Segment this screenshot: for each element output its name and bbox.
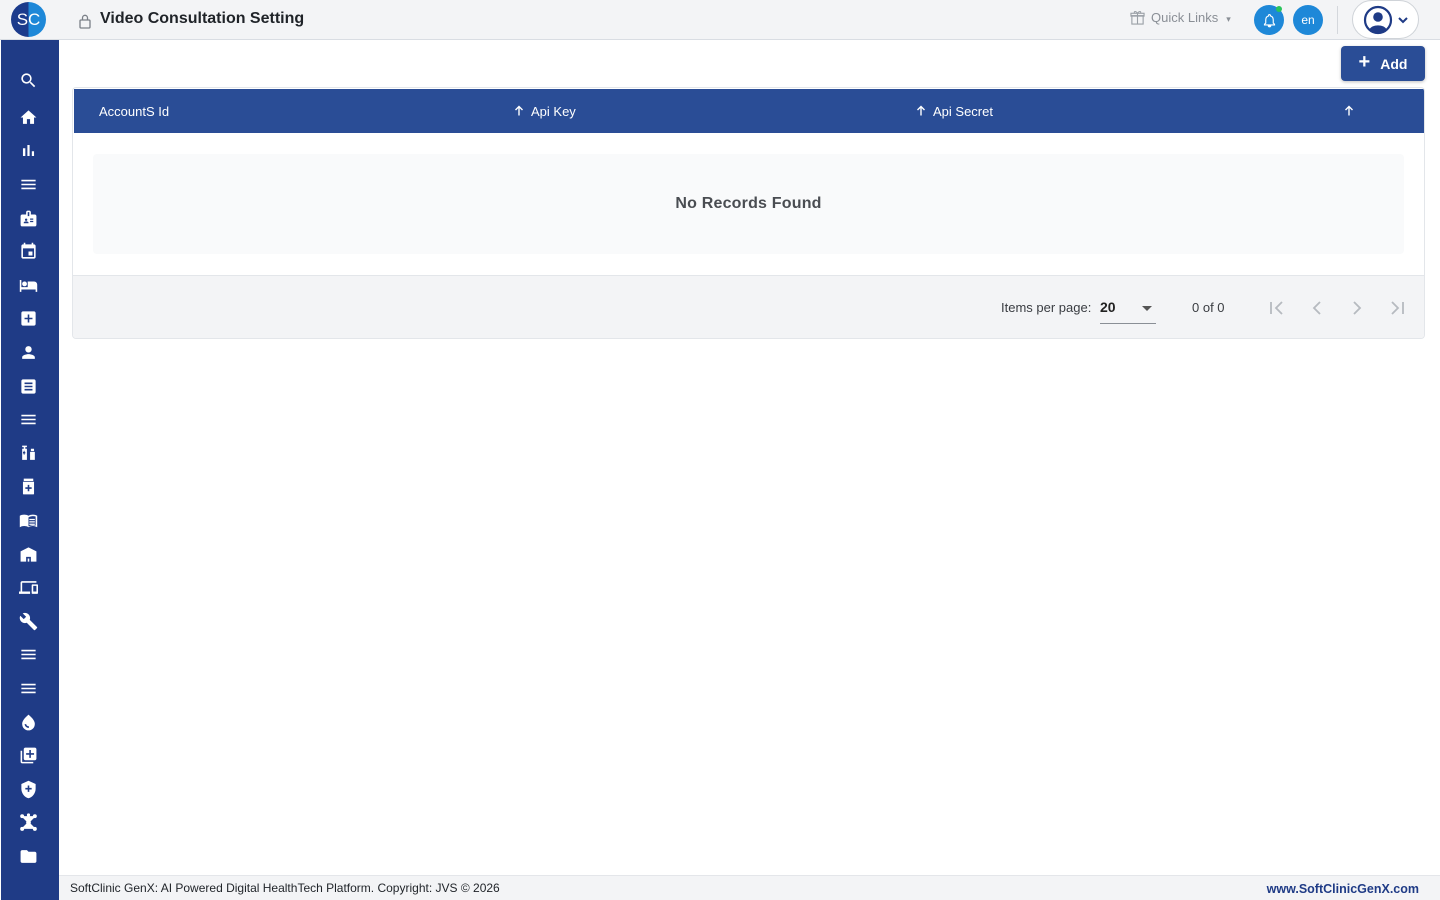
menu-icon (20, 649, 36, 659)
sidebar-item-store[interactable] (18, 544, 38, 564)
page-title: Video Consultation Setting (100, 10, 305, 27)
chevron-left-icon (1312, 301, 1321, 315)
search-icon (20, 72, 35, 87)
column-header-actions[interactable] (1343, 89, 1355, 133)
sidebar-item-calendar[interactable] (18, 241, 38, 261)
notification-dot (1276, 6, 1282, 12)
notifications-button[interactable] (1254, 5, 1284, 35)
menu-icon (20, 179, 36, 189)
sidebar-item-menu-1[interactable] (18, 174, 38, 194)
sidebar-item-patients[interactable] (18, 342, 38, 362)
menu-icon (20, 414, 36, 424)
medicine-box-icon (22, 478, 34, 494)
add-library-icon (20, 747, 36, 763)
divider (1337, 6, 1338, 34)
chevron-down-icon: ▾ (1226, 13, 1231, 24)
table-header-row: AccountS Id Api Key Api Secret (74, 89, 1424, 133)
menu-icon (20, 683, 36, 693)
items-per-page-value: 20 (1100, 299, 1116, 315)
website-link[interactable]: www.SoftClinicGenX.com (1267, 882, 1419, 896)
column-header-accounts-id[interactable]: AccountS Id (99, 89, 169, 133)
sidebar-item-menu-3[interactable] (18, 644, 38, 664)
bar-chart-icon (22, 144, 34, 156)
chevron-right-icon (1353, 301, 1362, 315)
app-logo[interactable]: SC (11, 2, 46, 37)
previous-page-button[interactable] (1305, 296, 1329, 320)
folder-icon (20, 849, 36, 863)
blood-drop-icon (21, 714, 35, 730)
items-per-page-label: Items per page: (1001, 300, 1092, 315)
shield-icon (20, 780, 36, 798)
sort-arrow-up-icon (917, 105, 925, 116)
last-page-button[interactable] (1385, 296, 1409, 320)
sidebar-item-medicine[interactable] (18, 476, 38, 496)
pharmacy-icon (21, 445, 35, 460)
network-icon (19, 812, 37, 831)
bed-icon (19, 279, 37, 292)
last-page-icon (1391, 301, 1404, 315)
sidebar-item-search[interactable] (18, 70, 38, 90)
book-icon (19, 514, 37, 527)
column-header-api-key[interactable]: Api Key (513, 89, 576, 133)
sidebar-item-library[interactable] (18, 510, 38, 530)
empty-state-message: No Records Found (93, 154, 1404, 254)
quick-links-label: Quick Links (1151, 10, 1219, 25)
gift-icon (1130, 11, 1145, 25)
sidebar-item-security[interactable] (18, 779, 38, 799)
logo-text: SC (16, 9, 41, 29)
language-button[interactable]: en (1293, 5, 1323, 35)
paginator: Items per page: 20 0 of 0 (73, 275, 1424, 338)
sidebar-item-blood-bank[interactable] (18, 712, 38, 732)
sort-arrow-up-icon (515, 105, 523, 116)
sidebar-item-add-library[interactable] (18, 745, 38, 765)
sidebar-item-files[interactable] (18, 846, 38, 866)
first-page-icon (1270, 301, 1283, 315)
calendar-icon (20, 242, 36, 259)
sidebar-item-pharmacy[interactable] (18, 443, 38, 463)
sidebar (1, 40, 59, 900)
sidebar-item-tools[interactable] (18, 611, 38, 631)
next-page-button[interactable] (1345, 296, 1369, 320)
lock-icon (79, 14, 91, 29)
sort-arrow-up-icon (1345, 105, 1353, 116)
sidebar-item-network[interactable] (18, 812, 38, 832)
sidebar-item-menu-2[interactable] (18, 409, 38, 429)
column-header-label: Api Secret (933, 103, 993, 119)
home-icon (20, 109, 36, 124)
quick-links-menu[interactable]: Quick Links ▾ (1130, 10, 1231, 25)
page-range-label: 0 of 0 (1192, 300, 1225, 315)
bell-icon (1263, 13, 1275, 27)
top-bar: SC Video Consultation Setting Quick Link… (0, 0, 1440, 40)
badge-icon (20, 210, 36, 226)
sidebar-item-documents[interactable] (18, 376, 38, 396)
sidebar-item-home[interactable] (18, 107, 38, 127)
person-icon (21, 345, 35, 359)
list-document-icon (20, 378, 36, 394)
wrench-icon (19, 612, 37, 630)
chevron-down-icon (1142, 306, 1152, 311)
profile-menu-button[interactable] (1352, 0, 1419, 39)
footer: SoftClinic GenX: AI Powered Digital Heal… (59, 875, 1440, 900)
medical-plus-icon (20, 310, 36, 326)
devices-icon (18, 580, 38, 594)
chevron-down-icon (1397, 16, 1408, 23)
column-header-label: AccountS Id (99, 103, 170, 119)
user-avatar-icon (1363, 5, 1392, 34)
store-icon (20, 546, 36, 562)
sidebar-item-badge[interactable] (18, 208, 38, 228)
first-page-button[interactable] (1265, 296, 1289, 320)
add-button-label: Add (1380, 55, 1408, 72)
sidebar-item-menu-4[interactable] (18, 678, 38, 698)
plus-icon: + (1358, 51, 1371, 73)
add-button[interactable]: + Add (1341, 46, 1425, 81)
items-per-page-select[interactable]: 20 (1100, 290, 1156, 324)
column-header-api-secret[interactable]: Api Secret (915, 89, 993, 133)
sidebar-item-devices[interactable] (18, 577, 38, 597)
copyright-text: SoftClinic GenX: AI Powered Digital Heal… (70, 881, 500, 895)
sidebar-item-beds[interactable] (18, 275, 38, 295)
sidebar-item-reports[interactable] (18, 140, 38, 160)
column-header-label: Api Key (531, 103, 576, 119)
sidebar-item-medical[interactable] (18, 308, 38, 328)
data-table: AccountS Id Api Key Api Secret No Record… (72, 87, 1425, 339)
